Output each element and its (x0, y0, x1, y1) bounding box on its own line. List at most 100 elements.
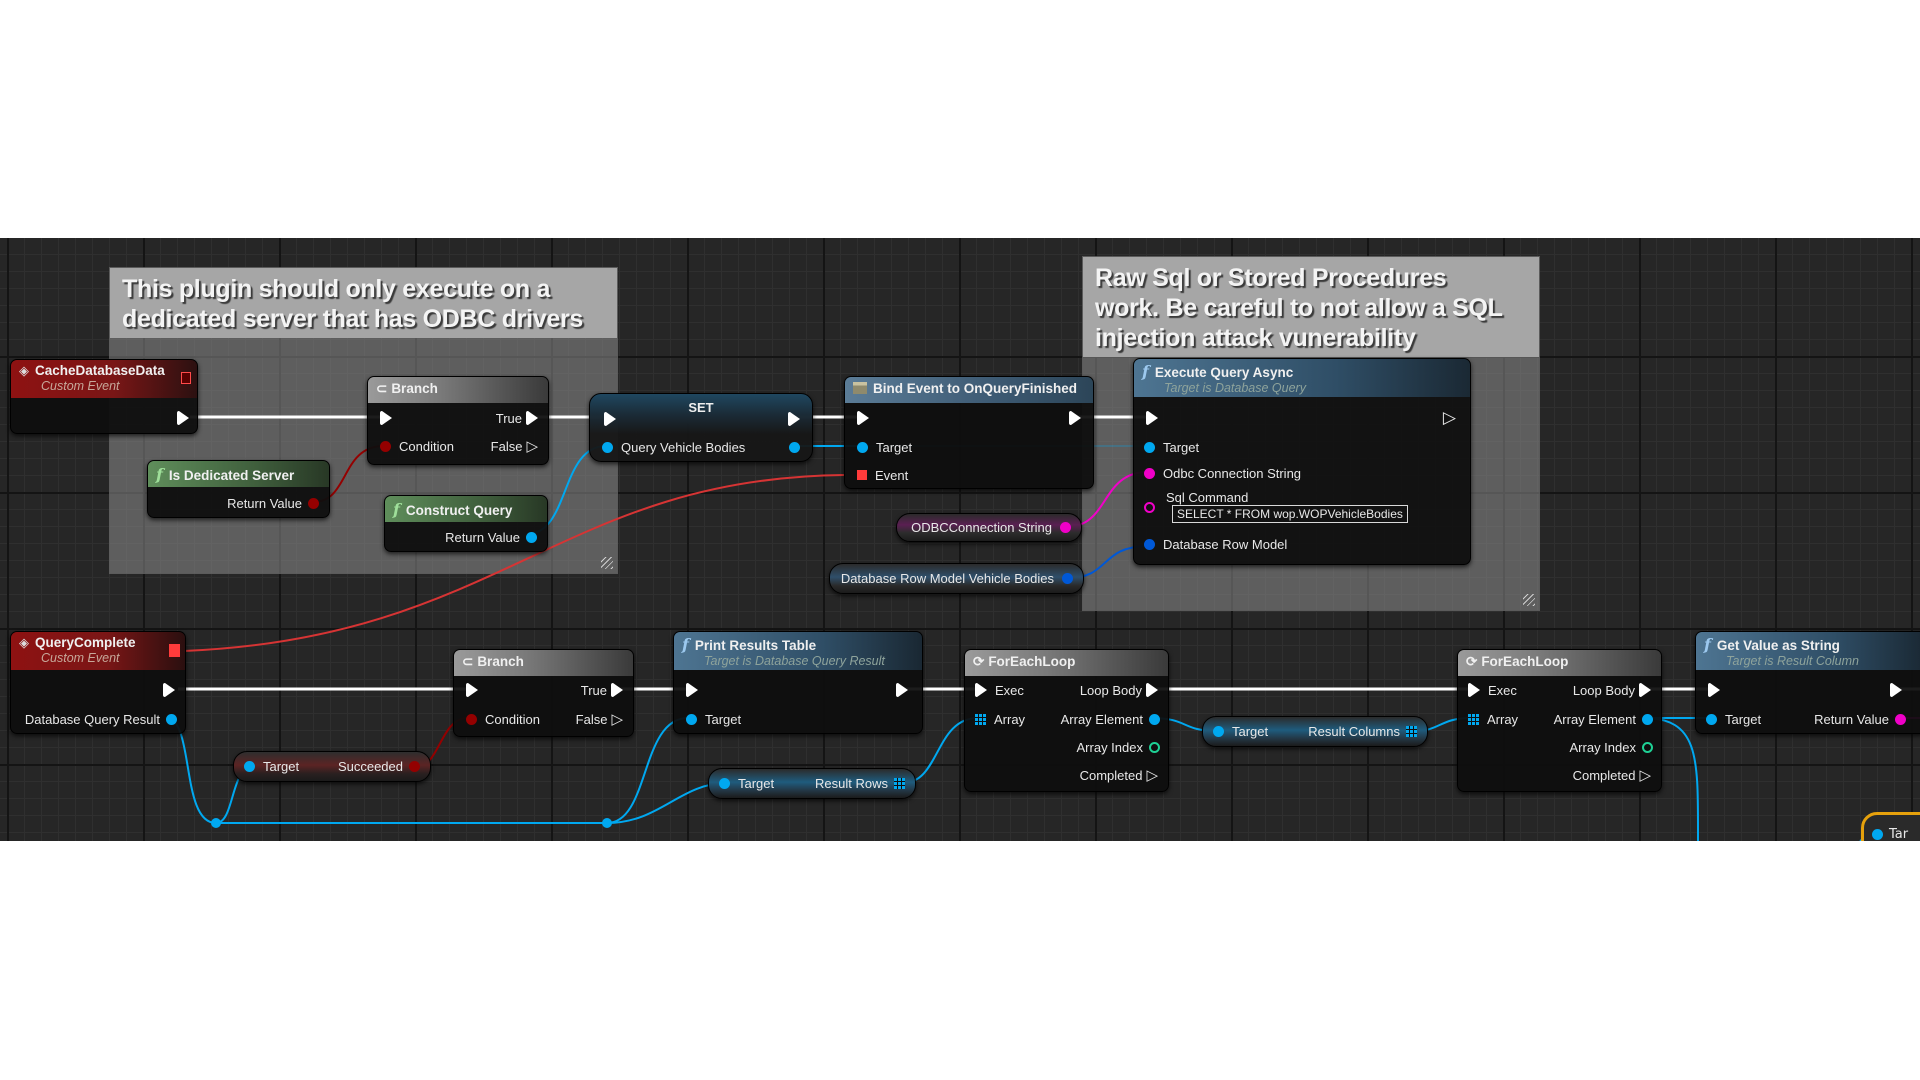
loop-body-pin[interactable] (1146, 683, 1158, 697)
array-element-pin[interactable] (1642, 713, 1653, 725)
array-output-pin[interactable] (1406, 726, 1417, 737)
get-succeeded-node[interactable]: Target Succeeded (233, 751, 431, 782)
target-pin[interactable] (1872, 828, 1883, 840)
node-subtitle: Custom Event (41, 651, 120, 665)
array-element-pin[interactable] (1149, 713, 1160, 725)
variable-odbc-connection-string[interactable]: ODBCConnection String (896, 513, 1082, 542)
partial-node-selected[interactable]: Tar (1861, 812, 1920, 841)
query-vehicle-bodies-input-pin[interactable] (602, 441, 613, 453)
resize-handle[interactable] (1523, 594, 1535, 606)
struct-output-pin[interactable] (1062, 573, 1073, 584)
delegate-output-pin[interactable] (169, 644, 180, 657)
false-exec-pin[interactable]: ▷ (611, 710, 623, 728)
node-title: Construct Query (405, 503, 513, 518)
node-foreach-loop-1[interactable]: ⟳ ForEachLoop Exec Loop Body Array Array … (964, 649, 1169, 792)
exec-input-pin[interactable] (857, 411, 869, 425)
string-output-pin[interactable] (1060, 522, 1071, 533)
exec-input-pin[interactable] (975, 683, 987, 697)
node-header: Bind Event to OnQueryFinished (845, 377, 1093, 403)
node-branch-2[interactable]: ⊂ Branch True Condition False ▷ (453, 649, 634, 737)
variable-database-row-model-vehicle-bodies[interactable]: Database Row Model Vehicle Bodies (829, 563, 1084, 594)
loop-body-pin[interactable] (1639, 683, 1651, 697)
exec-output-pin[interactable] (896, 683, 908, 697)
array-index-pin[interactable] (1642, 741, 1653, 753)
pin-label: Target (738, 776, 775, 791)
node-title: SET (688, 400, 714, 415)
exec-input-pin[interactable] (466, 683, 478, 697)
node-title: Print Results Table (694, 638, 817, 653)
target-pin[interactable] (244, 761, 255, 772)
delegate-output-pin[interactable] (181, 372, 191, 384)
node-subtitle: Target is Result Column (1726, 654, 1859, 668)
node-is-dedicated-server[interactable]: f Is Dedicated Server Return Value (147, 460, 330, 518)
query-vehicle-bodies-output-pin[interactable] (789, 441, 800, 453)
node-get-value-as-string[interactable]: f Get Value as String Target is Result Co… (1695, 631, 1920, 734)
odbc-connection-string-pin[interactable] (1144, 467, 1155, 479)
target-pin[interactable] (1213, 726, 1224, 737)
exec-output-pin[interactable]: ▷ (1443, 408, 1456, 428)
get-result-columns-node[interactable]: Target Result Columns (1202, 716, 1428, 747)
resize-handle[interactable] (601, 557, 613, 569)
exec-input-pin[interactable] (380, 411, 392, 425)
pin-label: Array (994, 711, 1026, 727)
node-bind-event[interactable]: Bind Event to OnQueryFinished Target Eve… (844, 376, 1094, 489)
exec-output-pin[interactable] (1069, 411, 1081, 425)
pin-label: Result Rows (815, 776, 888, 791)
function-icon: f (1704, 635, 1711, 654)
sql-command-pin[interactable] (1144, 501, 1155, 513)
true-exec-pin[interactable] (526, 411, 538, 425)
succeeded-pin[interactable] (409, 761, 420, 772)
database-query-result-pin[interactable] (166, 713, 177, 725)
event-delegate-pin[interactable] (857, 470, 867, 480)
node-print-results-table[interactable]: f Print Results Table Target is Database … (673, 631, 923, 734)
loop-icon: ⟳ (973, 654, 985, 669)
false-exec-pin[interactable]: ▷ (526, 437, 538, 455)
exec-input-pin[interactable] (604, 412, 616, 426)
node-construct-query[interactable]: f Construct Query Return Value (384, 495, 548, 552)
array-input-pin[interactable] (1468, 713, 1479, 725)
reroute-node (211, 818, 221, 828)
node-branch-1[interactable]: ⊂ Branch True Condition False ▷ (367, 376, 549, 465)
pin-label: Loop Body (1572, 682, 1635, 698)
exec-input-pin[interactable] (1146, 411, 1158, 425)
return-value-pin[interactable] (308, 497, 319, 509)
array-index-pin[interactable] (1149, 741, 1160, 753)
exec-input-pin[interactable] (1708, 683, 1720, 697)
blueprint-graph-canvas[interactable]: This plugin should only execute on a ded… (0, 238, 1920, 841)
completed-pin[interactable]: ▷ (1146, 766, 1158, 784)
event-diamond-icon: ◈ (19, 636, 29, 651)
pin-label: Sql Command (1166, 489, 1249, 505)
pin-label: Tar (1889, 826, 1909, 842)
exec-output-pin[interactable] (163, 683, 175, 697)
target-pin[interactable] (857, 441, 868, 453)
event-diamond-icon: ◈ (19, 364, 29, 379)
node-cache-database-data[interactable]: ◈ CacheDatabaseData Custom Event (10, 359, 198, 434)
return-value-pin[interactable] (1895, 713, 1906, 725)
target-pin[interactable] (1144, 441, 1155, 453)
condition-pin[interactable] (466, 713, 477, 725)
pin-label: Return Value (227, 495, 302, 511)
node-foreach-loop-2[interactable]: ⟳ ForEachLoop Exec Loop Body Array Array … (1457, 649, 1662, 792)
array-output-pin[interactable] (894, 778, 905, 789)
pin-label: Event (875, 467, 909, 483)
get-result-rows-node[interactable]: Target Result Rows (708, 768, 916, 799)
node-query-complete[interactable]: ◈ QueryComplete Custom Event Database Que… (10, 631, 186, 734)
completed-pin[interactable]: ▷ (1639, 766, 1651, 784)
target-pin[interactable] (686, 713, 697, 725)
node-set[interactable]: SET Query Vehicle Bodies (589, 393, 813, 462)
node-execute-query-async[interactable]: f Execute Query Async Target is Database … (1133, 358, 1471, 565)
exec-output-pin[interactable] (788, 412, 800, 426)
target-pin[interactable] (1706, 713, 1717, 725)
target-pin[interactable] (719, 778, 730, 789)
database-row-model-pin[interactable] (1144, 538, 1155, 550)
exec-input-pin[interactable] (686, 683, 698, 697)
true-exec-pin[interactable] (611, 683, 623, 697)
pin-label: Database Query Result (24, 711, 160, 727)
exec-input-pin[interactable] (1468, 683, 1480, 697)
array-input-pin[interactable] (975, 713, 986, 725)
exec-output-pin[interactable] (1890, 683, 1902, 697)
condition-pin[interactable] (380, 440, 391, 452)
sql-command-input[interactable]: SELECT * FROM wop.WOPVehicleBodies (1172, 505, 1408, 523)
exec-output-pin[interactable] (177, 411, 189, 425)
return-value-pin[interactable] (526, 531, 537, 543)
